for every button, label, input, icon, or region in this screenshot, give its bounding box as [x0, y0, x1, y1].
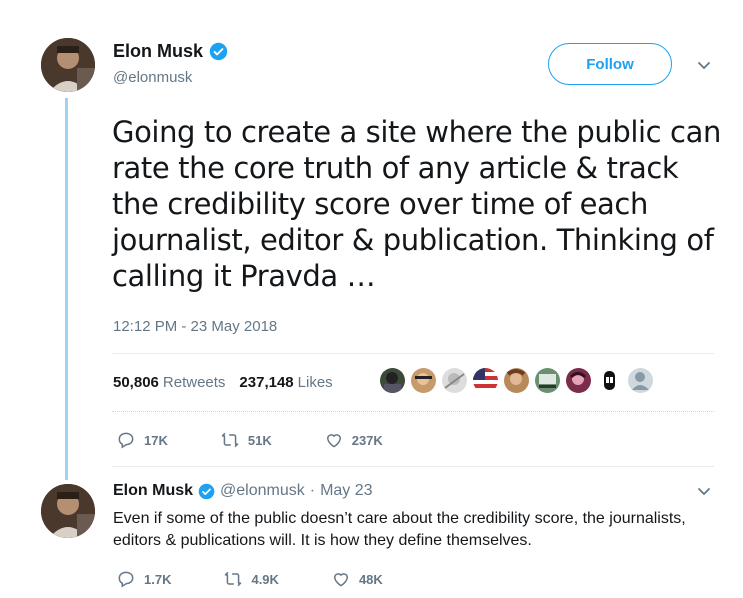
separator: · [309, 482, 316, 499]
reply-count: 1.7K [144, 571, 172, 587]
liker-avatar[interactable] [380, 368, 405, 393]
retweet-action[interactable]: 4.9K [223, 569, 279, 589]
retweets-label: Retweets [162, 374, 226, 391]
avatar[interactable] [41, 484, 95, 538]
likes-count: 237,148 [239, 374, 294, 391]
thread-connector-line [65, 98, 68, 480]
like-icon [333, 573, 348, 587]
chevron-down-icon[interactable] [697, 484, 711, 498]
retweets-count: 50,806 [113, 374, 159, 391]
reply-date[interactable]: May 23 [320, 482, 372, 500]
liker-avatar[interactable] [411, 368, 436, 393]
like-action[interactable]: 48K [331, 569, 383, 589]
reply-text: Even if some of the public doesn’t care … [113, 510, 686, 549]
verified-badge-icon [198, 483, 215, 500]
tweet-timestamp[interactable]: 12:12 PM - 23 May 2018 [113, 318, 277, 335]
liker-avatar[interactable] [473, 368, 498, 393]
liker-avatar[interactable] [504, 368, 529, 393]
reply-actions: 1.7K 4.9K 48K [116, 569, 435, 589]
likes-stat[interactable]: 237,148 Likes [239, 374, 332, 391]
author-handle[interactable]: @elonmusk [113, 69, 192, 86]
retweet-count: 4.9K [251, 571, 279, 587]
retweets-stat[interactable]: 50,806 Retweets [113, 374, 225, 391]
reply-count: 17K [144, 432, 168, 448]
liker-avatar[interactable] [566, 368, 591, 393]
author-name[interactable]: Elon Musk [113, 41, 203, 62]
reply-action[interactable]: 17K [116, 430, 168, 450]
avatar[interactable] [41, 38, 95, 92]
liker-avatar[interactable] [442, 368, 467, 393]
retweet-count: 51K [247, 432, 272, 448]
divider [112, 466, 714, 467]
reply-author-handle[interactable]: @elonmusk [220, 482, 305, 500]
retweet-action[interactable]: 51K [220, 430, 272, 450]
like-count: 237K [351, 432, 383, 448]
tweet-actions: 17K 51K 237K [116, 430, 435, 450]
reply-header: Elon Musk @elonmusk · May 23 [113, 482, 373, 500]
liker-avatar[interactable] [628, 368, 653, 393]
like-count: 48K [358, 571, 383, 587]
divider [112, 353, 714, 354]
divider [112, 411, 714, 412]
reply-author-name[interactable]: Elon Musk [113, 482, 193, 500]
like-action[interactable]: 237K [324, 430, 383, 450]
chevron-down-icon[interactable] [697, 58, 711, 72]
liker-avatars [380, 368, 653, 393]
verified-badge-icon [209, 42, 228, 61]
retweet-icon [225, 571, 242, 587]
reply-icon [118, 432, 134, 449]
like-icon [326, 434, 341, 448]
reply-icon [118, 571, 134, 588]
tweet-text: Going to create a site where the public … [112, 115, 721, 293]
retweet-icon [221, 432, 239, 448]
follow-button[interactable]: Follow [548, 43, 672, 85]
engagement-stats: 50,806 Retweets 237,148 Likes [113, 374, 333, 391]
reply-action[interactable]: 1.7K [116, 569, 171, 589]
liker-avatar[interactable] [597, 368, 622, 393]
author-name-row: Elon Musk [113, 41, 228, 62]
liker-avatar[interactable] [535, 368, 560, 393]
likes-label: Likes [297, 374, 333, 391]
